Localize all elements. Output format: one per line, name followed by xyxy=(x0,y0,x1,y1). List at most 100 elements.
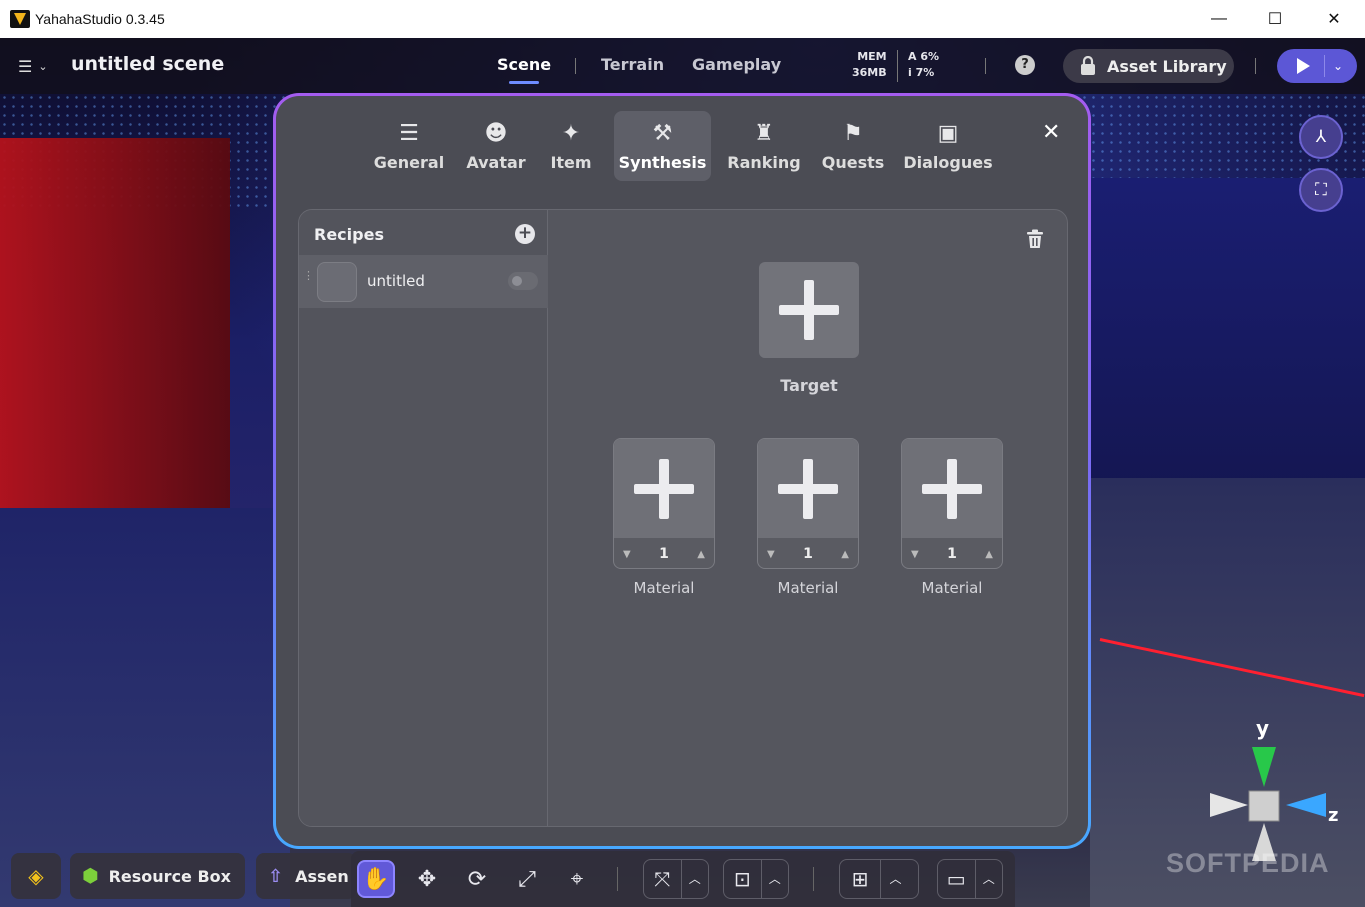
tab-ranking-label: Ranking xyxy=(727,152,801,172)
increase-qty-icon[interactable]: ▲ xyxy=(841,549,849,560)
tab-synthesis-label: Synthesis xyxy=(618,152,707,172)
target-slot[interactable] xyxy=(759,262,859,358)
synthesis-panel: Recipes + ⋮⋮ untitled Target ▼ 1 ▲ Mater… xyxy=(298,209,1068,827)
chat-icon: ▣ xyxy=(937,120,959,146)
material-slot[interactable]: ▼ 1 ▲ xyxy=(901,438,1003,569)
chevron-up-icon[interactable]: ︿ xyxy=(974,859,1002,899)
main-menu-button[interactable]: ☰ ⌄ xyxy=(18,56,58,76)
tab-item-label: Item xyxy=(550,152,592,172)
recipe-name: untitled xyxy=(367,272,425,290)
item-icon: ✦ xyxy=(561,120,581,146)
frame-icon: ⛶ xyxy=(1315,180,1327,200)
y-axis-cone[interactable] xyxy=(1252,747,1276,787)
cube-icon: ⬢ xyxy=(82,865,99,887)
gizmo-z-label: z xyxy=(1328,805,1338,826)
resource-box-button[interactable]: ⬢ Resource Box xyxy=(70,853,245,899)
asset-library-button[interactable]: Asset Library xyxy=(1063,49,1234,83)
move-icon: ✥ xyxy=(417,866,437,892)
hand-tool[interactable]: ✋ xyxy=(357,860,395,898)
maximize-button[interactable]: ☐ xyxy=(1246,0,1304,38)
x-axis-cone[interactable] xyxy=(1210,793,1248,817)
tab-synthesis[interactable]: ⚒ Synthesis xyxy=(614,111,711,181)
tab-ranking[interactable]: ♜ Ranking xyxy=(716,111,812,181)
material-slot[interactable]: ▼ 1 ▲ xyxy=(757,438,859,569)
recipe-enable-toggle[interactable] xyxy=(508,272,538,290)
minimize-button[interactable]: — xyxy=(1190,0,1248,38)
top-toolbar: ☰ ⌄ untitled scene Scene Terrain Gamepla… xyxy=(0,38,1365,94)
tab-item[interactable]: ✦ Item xyxy=(536,111,606,181)
recipe-thumbnail xyxy=(317,262,357,302)
scale-tool[interactable]: ⤢ xyxy=(508,860,546,898)
tab-terrain[interactable]: Terrain xyxy=(601,55,664,74)
asset-library-label: Asset Library xyxy=(1107,56,1227,76)
divider xyxy=(1255,58,1256,74)
grid-group[interactable]: ⊞ ︿ xyxy=(839,859,919,899)
tab-quests[interactable]: ⚑ Quests xyxy=(816,111,890,181)
material-slot[interactable]: ▼ 1 ▲ xyxy=(613,438,715,569)
material-label: Material xyxy=(777,579,839,597)
add-recipe-button[interactable]: + xyxy=(515,224,535,244)
recipes-header: Recipes xyxy=(314,225,384,244)
plus-icon xyxy=(634,458,694,519)
gizmo-cube[interactable] xyxy=(1248,790,1280,822)
divider xyxy=(985,58,986,74)
settings-dialog: ☰ General ☻ Avatar ✦ Item ⚒ Synthesis ♜ … xyxy=(273,93,1091,849)
blue-wall xyxy=(1090,178,1365,508)
usage-stat: A 6% i 7% xyxy=(908,49,939,81)
rocket-icon: ⇧ xyxy=(268,865,284,887)
decrease-qty-icon[interactable]: ▼ xyxy=(623,549,631,560)
tab-general[interactable]: ☰ General xyxy=(364,111,454,181)
snap-group[interactable]: ⤧ ︿ xyxy=(643,859,709,899)
increase-qty-icon[interactable]: ▲ xyxy=(985,549,993,560)
help-button[interactable]: ? xyxy=(1015,55,1035,75)
close-window-button[interactable]: ✕ xyxy=(1305,0,1363,38)
material-qty: 1 xyxy=(659,546,669,562)
rotate-tool[interactable]: ⟳ xyxy=(458,860,496,898)
focus-group[interactable]: ⊡ ︿ xyxy=(723,859,789,899)
rotate-icon: ⟳ xyxy=(467,866,487,892)
divider xyxy=(813,867,814,891)
avatar-icon: ☻ xyxy=(484,120,508,146)
a-value: 6% xyxy=(920,50,940,63)
decrease-qty-icon[interactable]: ▼ xyxy=(767,549,775,560)
flag-icon: ⚑ xyxy=(843,120,863,146)
view-mode-button[interactable]: ⅄ xyxy=(1299,115,1343,159)
grid-icon: ⊞ xyxy=(851,867,869,891)
lock-icon xyxy=(1081,56,1095,75)
chevron-up-icon[interactable]: ︿ xyxy=(880,859,910,899)
tab-avatar[interactable]: ☻ Avatar xyxy=(456,111,536,181)
layers-button[interactable]: ◈ xyxy=(11,853,61,899)
layers-icon: ◈ xyxy=(28,864,44,888)
target-label: Target xyxy=(780,376,838,395)
close-dialog-button[interactable]: ✕ xyxy=(1042,120,1060,145)
play-icon xyxy=(1297,58,1310,74)
chevron-down-icon[interactable]: ⌄ xyxy=(1333,59,1343,73)
close-icon: ✕ xyxy=(1042,120,1061,145)
tab-scene[interactable]: Scene xyxy=(497,55,551,84)
plus-icon xyxy=(922,458,982,519)
scene-title: untitled scene xyxy=(71,53,225,75)
i-label: i xyxy=(908,66,912,79)
decrease-qty-icon[interactable]: ▼ xyxy=(911,549,919,560)
tab-gameplay[interactable]: Gameplay xyxy=(692,55,781,74)
increase-qty-icon[interactable]: ▲ xyxy=(697,549,705,560)
mem-value: 36MB xyxy=(852,66,887,79)
move-tool[interactable]: ✥ xyxy=(408,860,446,898)
assets-button[interactable]: ⇧ Assen xyxy=(256,853,356,899)
chevron-up-icon[interactable]: ︿ xyxy=(760,859,788,899)
orientation-gizmo[interactable]: y z xyxy=(1206,715,1346,865)
focus-button[interactable]: ⛶ xyxy=(1299,168,1343,212)
app-logo-icon xyxy=(10,10,30,28)
material-qty: 1 xyxy=(947,546,957,562)
trash-icon[interactable] xyxy=(1024,228,1046,250)
tab-dialogues[interactable]: ▣ Dialogues xyxy=(896,111,1000,181)
transform-tool[interactable]: ⌖ xyxy=(558,860,596,898)
chevron-up-icon[interactable]: ︿ xyxy=(680,859,708,899)
camera-group[interactable]: ▭ ︿ xyxy=(937,859,1003,899)
crosshair-icon: ⌖ xyxy=(570,866,584,892)
play-button[interactable]: ⌄ xyxy=(1277,49,1357,83)
a-label: A xyxy=(908,50,917,63)
plus-circle-icon: + xyxy=(517,223,533,243)
z-axis-cone[interactable] xyxy=(1286,793,1326,817)
recipe-list-item[interactable]: ⋮⋮ untitled xyxy=(299,255,548,308)
